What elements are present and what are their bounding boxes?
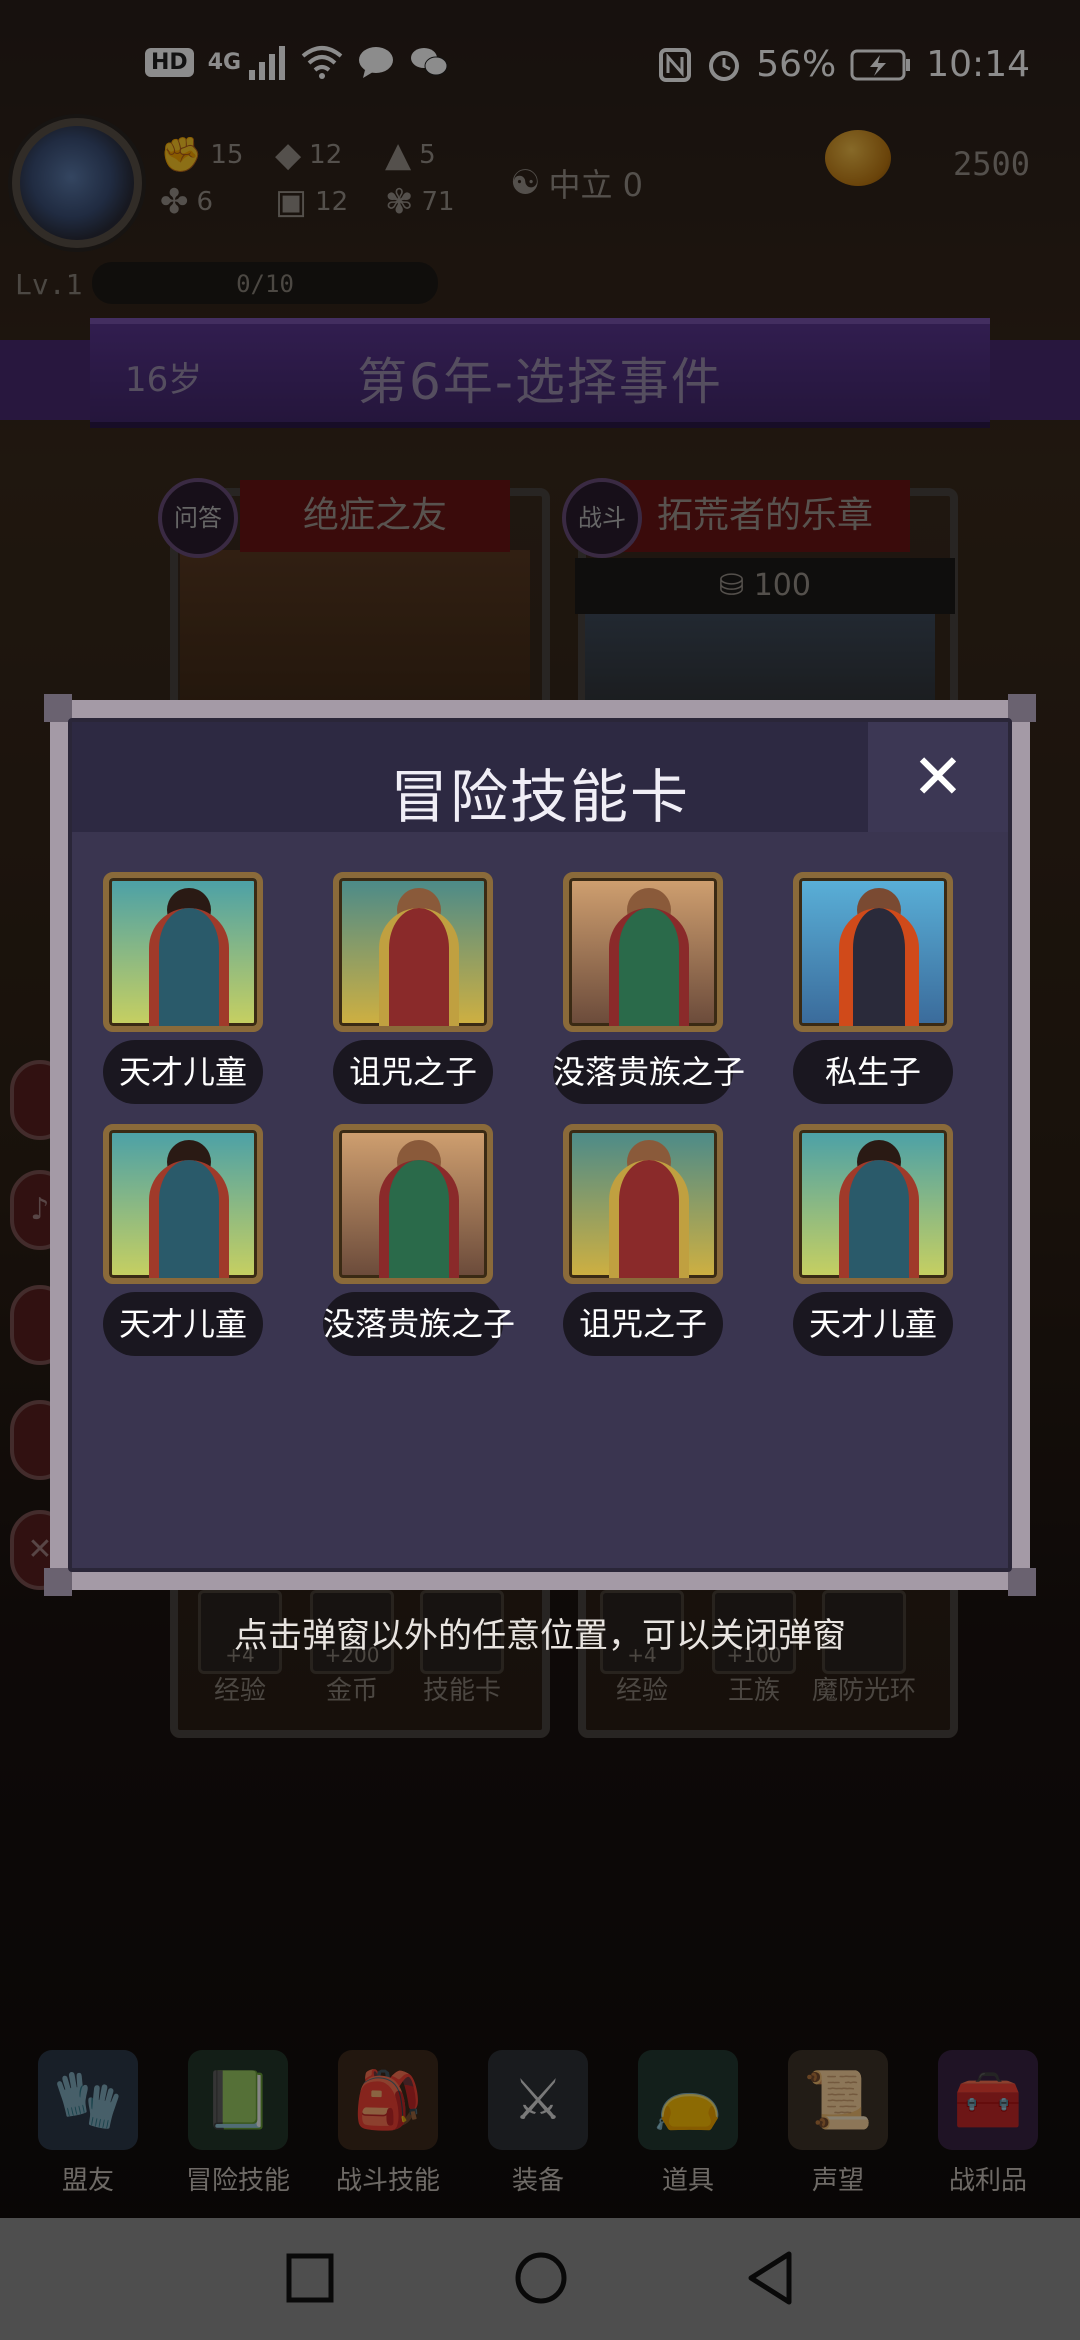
portrait-body <box>149 908 229 1026</box>
dismiss-hint: 点击弹窗以外的任意位置，可以关闭弹窗 <box>234 1616 846 1656</box>
portrait-body <box>609 1160 689 1278</box>
skill-portrait <box>563 1124 723 1284</box>
skill-portrait <box>333 872 493 1032</box>
skill-card[interactable]: 诅咒之子 <box>558 1124 728 1356</box>
portrait-body <box>379 1160 459 1278</box>
skill-portrait <box>333 1124 493 1284</box>
skill-card[interactable]: 没落贵族之子 <box>553 872 745 1104</box>
skill-portrait <box>563 872 723 1032</box>
skill-name: 诅咒之子 <box>333 1040 493 1104</box>
skill-portrait <box>103 1124 263 1284</box>
modal-corner <box>1008 1568 1036 1596</box>
modal-corner <box>44 694 72 722</box>
portrait-body <box>839 1160 919 1278</box>
portrait-body <box>379 908 459 1026</box>
portrait-body <box>149 1160 229 1278</box>
skill-name: 天才儿童 <box>103 1040 263 1104</box>
skill-card[interactable]: 天才儿童 <box>98 872 268 1104</box>
portrait-body <box>839 908 919 1026</box>
skill-card[interactable]: 私生子 <box>788 872 958 1104</box>
skill-name: 诅咒之子 <box>563 1292 723 1356</box>
modal-corner <box>44 1568 72 1596</box>
skill-name: 没落贵族之子 <box>323 1292 515 1356</box>
close-icon[interactable]: ✕ <box>868 722 1008 832</box>
skill-portrait <box>103 872 263 1032</box>
skill-name: 没落贵族之子 <box>553 1040 745 1104</box>
skill-card[interactable]: 诅咒之子 <box>328 872 498 1104</box>
modal-corner <box>1008 694 1036 722</box>
modal-body: 冒险技能卡 ✕ 天才儿童 诅咒之子 没落贵族之子 私生子 天才儿童 没落贵族之子… <box>68 718 1012 1572</box>
skill-name: 天才儿童 <box>103 1292 263 1356</box>
skill-name: 私生子 <box>793 1040 953 1104</box>
skill-card[interactable]: 天才儿童 <box>788 1124 958 1356</box>
skill-card[interactable]: 天才儿童 <box>98 1124 268 1356</box>
portrait-body <box>609 908 689 1026</box>
skill-portrait <box>793 1124 953 1284</box>
skill-card[interactable]: 没落贵族之子 <box>323 1124 515 1356</box>
skill-name: 天才儿童 <box>793 1292 953 1356</box>
skill-portrait <box>793 872 953 1032</box>
skill-card-modal: 冒险技能卡 ✕ 天才儿童 诅咒之子 没落贵族之子 私生子 天才儿童 没落贵族之子… <box>44 694 1036 1596</box>
